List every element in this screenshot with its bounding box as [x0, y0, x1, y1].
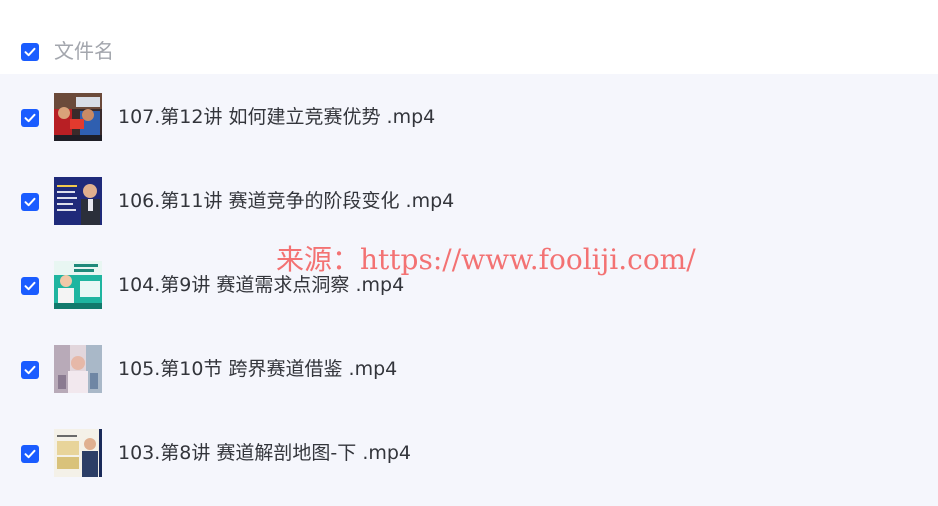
file-name[interactable]: 104.第9讲 赛道需求点洞察 .mp4: [118, 273, 404, 297]
checkmark-icon: [24, 47, 36, 57]
checkmark-icon: [24, 113, 36, 123]
column-header-filename: 文件名: [54, 39, 114, 63]
file-row[interactable]: 107.第12讲 如何建立竞赛优势 .mp4: [0, 74, 938, 158]
file-checkbox[interactable]: [21, 277, 39, 295]
file-checkbox[interactable]: [21, 361, 39, 379]
video-thumbnail-boxing[interactable]: [54, 93, 102, 141]
checkmark-icon: [24, 365, 36, 375]
file-list-panel: 文件名 107.第12讲 如何建立竞赛优势 .mp4 106.第11讲 赛道竞争…: [0, 0, 938, 506]
file-row[interactable]: 103.第8讲 赛道解剖地图-下 .mp4: [0, 410, 938, 494]
file-checkbox[interactable]: [21, 445, 39, 463]
checkmark-icon: [24, 197, 36, 207]
file-list: 107.第12讲 如何建立竞赛优势 .mp4 106.第11讲 赛道竞争的阶段变…: [0, 74, 938, 506]
file-name[interactable]: 105.第10节 跨界赛道借鉴 .mp4: [118, 357, 397, 381]
checkmark-icon: [24, 281, 36, 291]
file-checkbox[interactable]: [21, 109, 39, 127]
file-row[interactable]: 106.第11讲 赛道竞争的阶段变化 .mp4: [0, 158, 938, 242]
file-name[interactable]: 106.第11讲 赛道竞争的阶段变化 .mp4: [118, 189, 454, 213]
file-checkbox[interactable]: [21, 193, 39, 211]
video-thumbnail-presenter-blue[interactable]: [54, 177, 102, 225]
file-row[interactable]: 104.第9讲 赛道需求点洞察 .mp4: [0, 242, 938, 326]
video-thumbnail-presenter-teal[interactable]: [54, 261, 102, 309]
file-row[interactable]: 105.第10节 跨界赛道借鉴 .mp4: [0, 326, 938, 410]
list-header: 文件名: [0, 0, 938, 74]
video-thumbnail-slide[interactable]: [54, 429, 102, 477]
video-thumbnail-product[interactable]: [54, 345, 102, 393]
file-name[interactable]: 107.第12讲 如何建立竞赛优势 .mp4: [118, 105, 435, 129]
file-name[interactable]: 103.第8讲 赛道解剖地图-下 .mp4: [118, 441, 411, 465]
checkmark-icon: [24, 449, 36, 459]
select-all-checkbox[interactable]: [21, 43, 39, 61]
